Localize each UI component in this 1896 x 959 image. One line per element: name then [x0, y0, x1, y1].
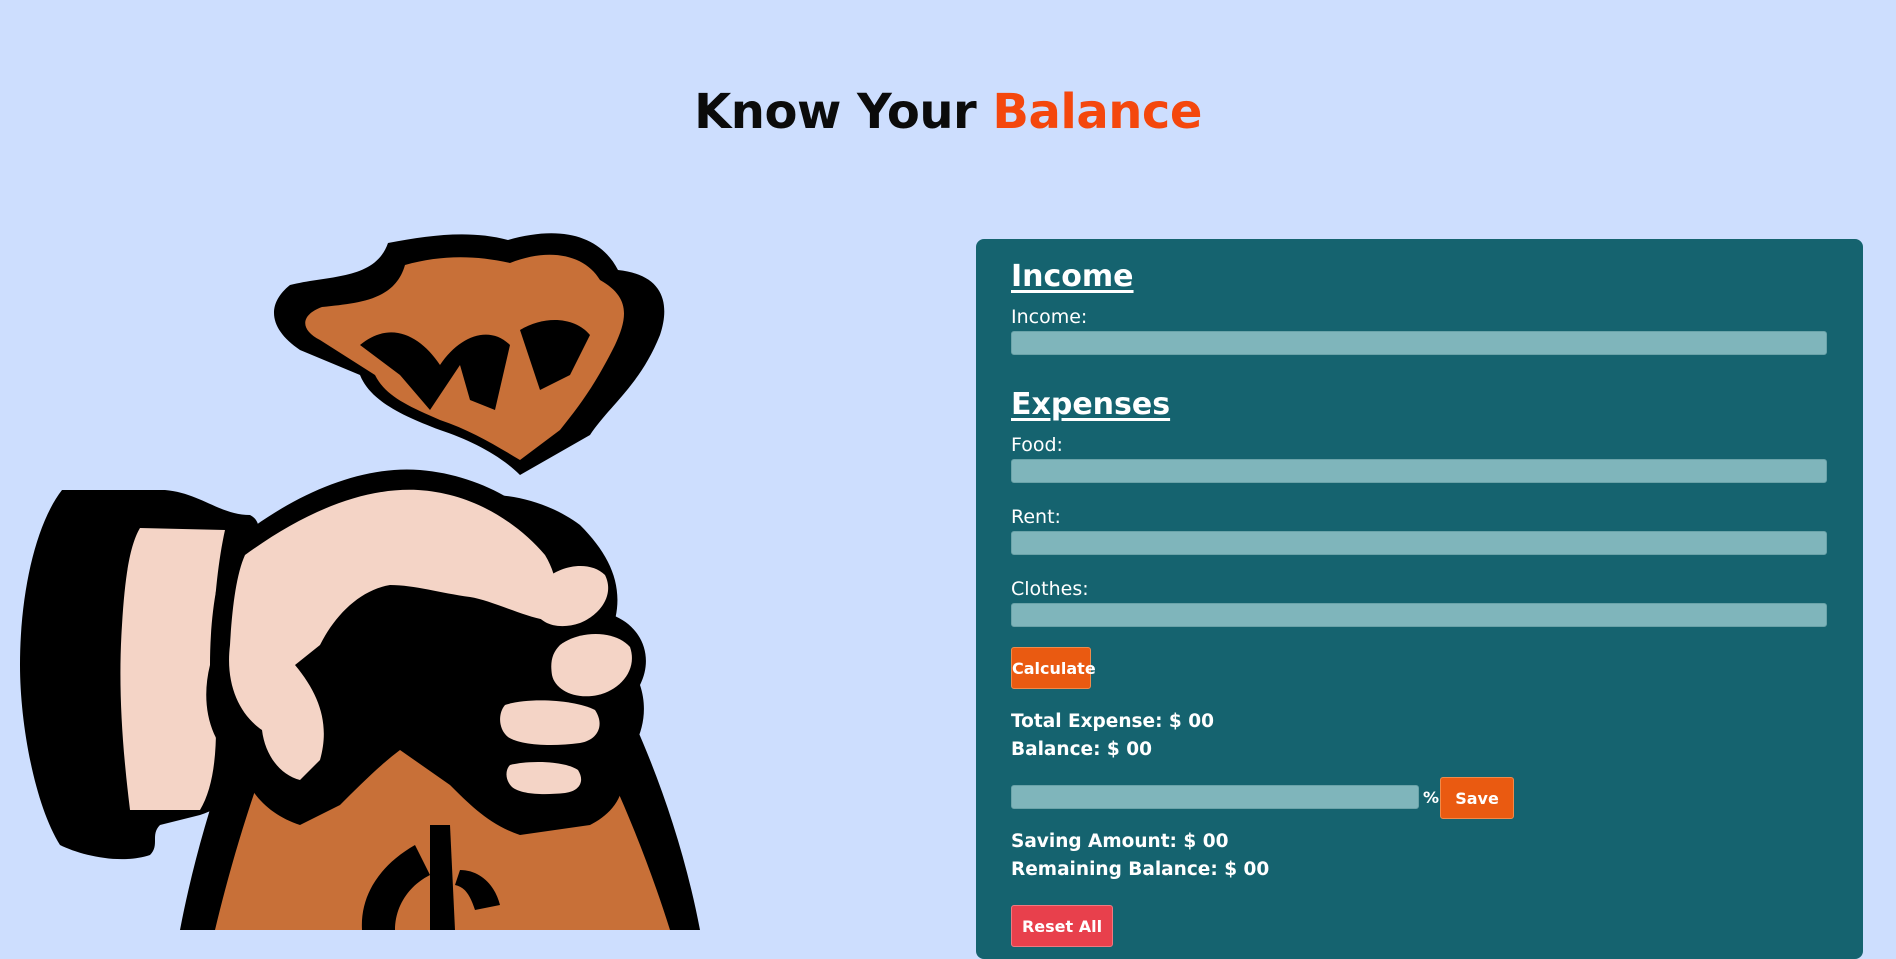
- income-input[interactable]: [1011, 331, 1827, 355]
- saving-percent-input[interactable]: [1011, 785, 1419, 809]
- title-part-know-your: Know Your: [694, 84, 977, 140]
- saving-amount-text: Saving Amount: $ 00: [1011, 831, 1229, 852]
- income-label: Income:: [1011, 306, 1088, 328]
- total-expense-text: Total Expense: $ 00: [1011, 711, 1214, 732]
- remaining-balance-text: Remaining Balance: $ 00: [1011, 859, 1270, 880]
- food-input[interactable]: [1011, 459, 1827, 483]
- money-bag-hand-icon: [20, 233, 700, 930]
- balance-text: Balance: $ 00: [1011, 739, 1152, 760]
- clothes-input[interactable]: [1011, 603, 1827, 627]
- calculate-button[interactable]: Calculate: [1011, 647, 1096, 689]
- clothes-label: Clothes:: [1011, 578, 1089, 600]
- expenses-heading: Expenses: [1011, 387, 1171, 422]
- percent-sign: %: [1423, 788, 1440, 807]
- food-label: Food:: [1011, 434, 1063, 456]
- calculator-panel: Income Income: Expenses Food: Rent: Clot…: [976, 239, 1863, 959]
- income-heading: Income: [1011, 259, 1134, 294]
- rent-label: Rent:: [1011, 506, 1061, 528]
- reset-all-button[interactable]: Reset All: [1011, 905, 1113, 947]
- page-title: Know Your Balance: [0, 84, 1896, 140]
- rent-input[interactable]: [1011, 531, 1827, 555]
- title-part-balance: Balance: [992, 84, 1202, 140]
- save-button[interactable]: Save: [1440, 777, 1514, 819]
